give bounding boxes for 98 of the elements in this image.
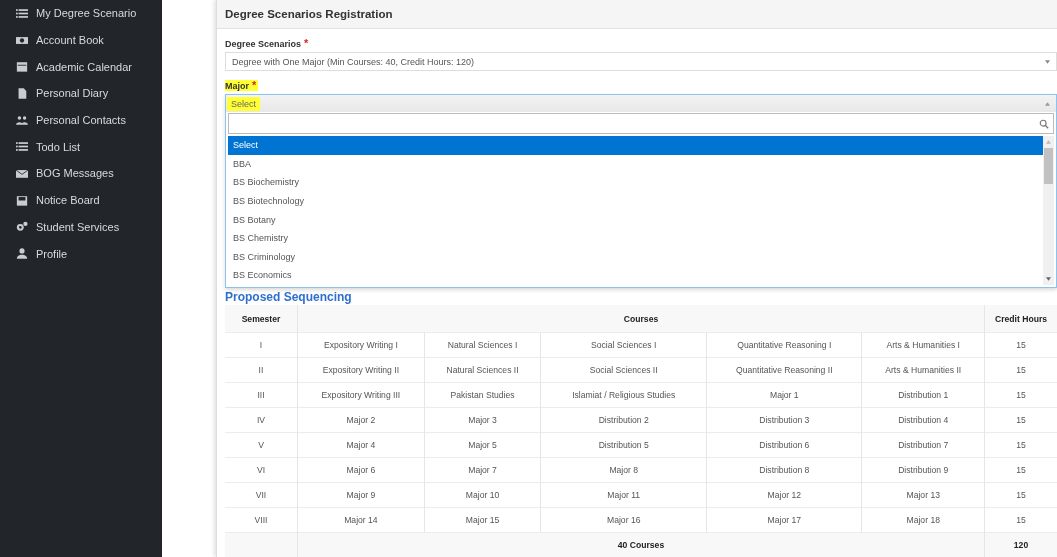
table-cell: Distribution 8: [706, 457, 862, 483]
table-cell: Distribution 4: [861, 407, 985, 433]
panel-title: Degree Scenarios Registration: [225, 8, 393, 20]
table-cell: Major 9: [297, 482, 425, 508]
field-label: Degree Scenarios: [225, 39, 302, 49]
table-cell: 15: [984, 332, 1057, 358]
table-cell: Arts & Humanities I: [861, 332, 985, 358]
table-cell: 40 Courses: [297, 532, 985, 557]
field-label: Major: [225, 81, 249, 91]
scroll-down-icon[interactable]: [1046, 276, 1051, 281]
table-cell: Major 8: [540, 457, 707, 483]
table-cell: Natural Sciences I: [424, 332, 541, 358]
table-cell: Major 3: [424, 407, 541, 433]
table-cell: Major 2: [297, 407, 425, 433]
table-cell: Major 7: [424, 457, 541, 483]
table-cell: Social Sciences II: [540, 357, 707, 383]
list-icon: [16, 141, 28, 153]
scrollbar[interactable]: [1043, 136, 1054, 285]
sidebar-item[interactable]: Todo List: [0, 133, 162, 161]
table-cell: Major 12: [706, 482, 862, 508]
table-cell: Distribution 6: [706, 432, 862, 458]
people-icon: [16, 114, 28, 126]
caret-icon: [1045, 59, 1050, 64]
table-cell: Expository Writing I: [297, 332, 425, 358]
table-cell: Social Sciences I: [540, 332, 707, 358]
caret-icon: [1045, 101, 1050, 106]
table-cell: IV: [225, 407, 298, 433]
dropdown-option[interactable]: BS Economics: [228, 266, 1043, 285]
table-cell: 15: [984, 357, 1057, 383]
envelope-icon: [16, 167, 28, 179]
table-cell: 15: [984, 407, 1057, 433]
dropdown-option[interactable]: BS Criminology: [228, 247, 1043, 267]
document-icon: [16, 87, 28, 99]
search-field[interactable]: [228, 113, 1054, 134]
column-header: Semester: [225, 305, 298, 333]
sidebar-item[interactable]: BOG Messages: [0, 160, 162, 187]
table-cell: III: [225, 382, 298, 408]
dropdown-option[interactable]: BS Chemistry: [228, 228, 1043, 248]
dropdown-option[interactable]: Select: [228, 136, 1043, 155]
table-cell: Quantitative Reasoning I: [706, 332, 862, 358]
section-title: Proposed Sequencing: [225, 291, 353, 303]
sidebar-item[interactable]: Academic Calendar: [0, 53, 162, 81]
calendar-icon: [16, 61, 28, 73]
sidebar-item[interactable]: Account Book: [0, 26, 162, 54]
table-cell: Distribution 3: [706, 407, 862, 433]
table-cell: 15: [984, 482, 1057, 508]
table-cell: Arts & Humanities II: [861, 357, 985, 383]
table-cell: Distribution 9: [861, 457, 985, 483]
table-cell: Major 6: [297, 457, 425, 483]
sidebar-item[interactable]: Notice Board: [0, 186, 162, 214]
table-cell: Major 5: [424, 432, 541, 458]
sidebar-item[interactable]: Student Services: [0, 213, 162, 241]
dropdown-option[interactable]: BS Biotechnology: [228, 191, 1043, 211]
column-header: Courses: [297, 305, 985, 333]
list-icon: [16, 7, 28, 19]
scroll-up-icon[interactable]: [1046, 140, 1051, 144]
dropdown-option[interactable]: BBA: [228, 154, 1043, 174]
table-cell: Major 13: [861, 482, 985, 508]
banknote-icon: [16, 34, 28, 46]
table-cell: Major 1: [706, 382, 862, 408]
table-cell: Major 10: [424, 482, 541, 508]
table-cell: Natural Sciences II: [424, 357, 541, 383]
dropdown-option[interactable]: BS Biochemistry: [228, 173, 1043, 192]
table-cell: Distribution 5: [540, 432, 707, 458]
column-header: Credit Hours: [984, 305, 1057, 333]
table-cell: 15: [984, 382, 1057, 408]
major-dropdown[interactable]: Select Select BBA BS Biochemistry BS Biotechnology BS Botany BS Chemistry BS Criminology BS Economics: [225, 94, 1057, 288]
table-cell: Expository Writing II: [297, 357, 425, 383]
table-cell: 120: [984, 532, 1057, 557]
table-cell: Islamiat / Religious Studies: [540, 382, 707, 408]
table-cell: I: [225, 332, 298, 358]
scroll-thumb[interactable]: [1044, 148, 1053, 184]
sidebar-item[interactable]: My Degree Scenario: [0, 0, 162, 27]
sidebar-item[interactable]: Personal Diary: [0, 80, 162, 107]
table-cell: Major 11: [540, 482, 707, 508]
table-cell: Distribution 2: [540, 407, 707, 433]
table-cell: VII: [225, 482, 298, 508]
table-cell: Pakistan Studies: [424, 382, 541, 408]
sidebar-item[interactable]: Profile: [0, 240, 162, 267]
selected-value: Select: [227, 96, 260, 111]
table-cell: Quantitative Reasoning II: [706, 357, 862, 383]
table-cell: 15: [984, 432, 1057, 458]
degree-scenario-select[interactable]: Degree with One Major (Min Courses: 40, Credit Hours: 120): [225, 52, 1057, 71]
table-cell: Distribution 1: [861, 382, 985, 408]
search-icon: [1039, 118, 1049, 129]
gears-icon: [16, 221, 28, 233]
table-cell: V: [225, 432, 298, 458]
table-cell: Major 4: [297, 432, 425, 458]
required-mark: *: [252, 81, 257, 90]
table-cell: VI: [225, 457, 298, 483]
required-mark: *: [304, 39, 309, 48]
sidebar-item[interactable]: Personal Contacts: [0, 106, 162, 134]
table-cell: Expository Writing III: [297, 382, 425, 408]
dropdown-option[interactable]: BS Botany: [228, 210, 1043, 229]
table-cell: Distribution 7: [861, 432, 985, 458]
table-cell: 15: [984, 457, 1057, 483]
table-cell: II: [225, 357, 298, 383]
user-icon: [16, 248, 28, 260]
